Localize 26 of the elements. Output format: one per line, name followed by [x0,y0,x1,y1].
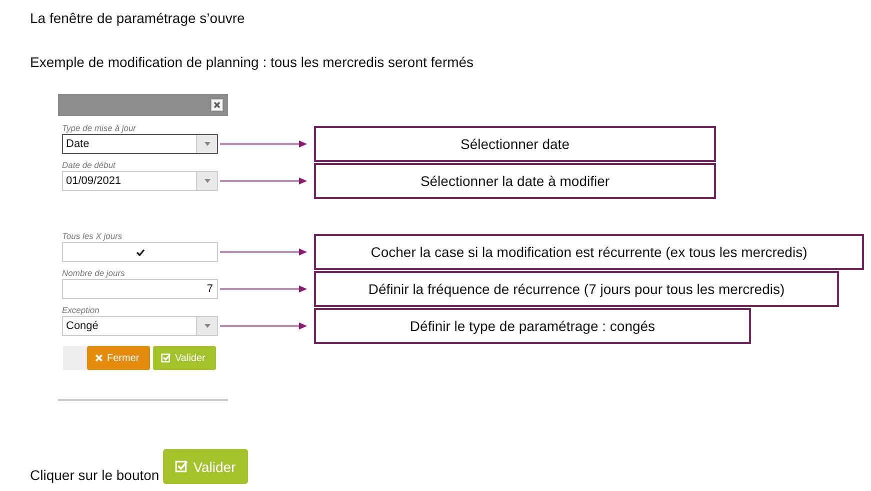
caret-icon [196,172,217,190]
callout-box: Sélectionner date [314,126,716,162]
callout-box: Définir la fréquence de récurrence (7 jours pour tous les mercredis) [314,271,839,307]
caret-icon [196,135,217,153]
field-label: Type de mise à jour [62,123,138,134]
checkbox-icon [175,460,188,473]
paragraph: Exemple de modification de planning : tous les mercredis seront fermés [29,54,475,71]
dropdown-field[interactable]: Date [62,134,218,154]
instruction-text: Cliquer sur le bouton [30,467,160,484]
checkbox[interactable] [62,242,218,262]
dropdown-field[interactable]: Congé [62,316,218,336]
field-label: Nombre de jours [62,268,126,279]
x-icon [95,354,103,362]
checkmark-icon [136,248,144,256]
field-label: Date de début [62,160,117,171]
callout-box: Sélectionner la date à modifier [314,163,716,199]
paragraph: La fenêtre de paramétrage s’ouvre [29,10,246,27]
callout-box: Cocher la case si la modification est récurrente (ex tous les mercredis) [314,234,864,270]
caret-icon [196,317,217,335]
field-label: Exception [62,305,100,316]
callout-box: Définir le type de paramétrage : congés [314,308,751,344]
dropdown-field[interactable]: 01/09/2021 [62,171,218,191]
number-field[interactable]: 7 [62,279,218,299]
close-icon[interactable] [211,99,223,111]
field-label: Tous les X jours [62,231,124,242]
checkbox-icon [161,353,171,363]
